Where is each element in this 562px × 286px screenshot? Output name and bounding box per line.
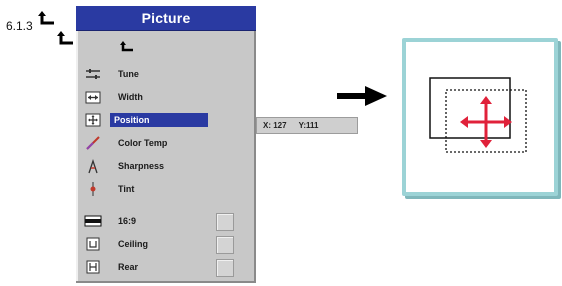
rear-icon [84,259,102,275]
osd-menu: Picture Tune Width Position Color Temp S… [76,6,256,283]
original-image-frame [429,77,511,139]
menu-item-label: 16:9 [118,216,137,226]
aspect-checkbox[interactable] [216,213,234,231]
ceiling-icon [84,236,102,252]
right-arrow-icon [337,86,387,106]
y-coordinate: Y:111 [298,121,319,130]
menu-item-label: Tune [118,69,139,79]
menu-item-tune[interactable]: Tune [84,64,242,84]
x-coordinate: X: 127 [263,121,287,130]
menu-title: Picture [141,10,191,26]
menu-item-sharpness[interactable]: Sharpness [84,156,242,176]
ceiling-checkbox[interactable] [216,236,234,254]
move-arrows-icon [460,96,512,148]
menu-item-label: Tint [118,184,135,194]
menu-item-color-temp[interactable]: Color Temp [84,133,242,153]
menu-back-icon[interactable] [120,41,134,53]
menu-item-rear[interactable]: Rear [84,257,242,277]
tune-icon [84,66,102,82]
menu-item-label: Ceiling [118,239,149,249]
return-arrow-icon [57,31,73,45]
menu-item-label: Position [110,113,208,127]
position-readout: X: 127 Y:111 [256,117,358,134]
menu-item-label: Sharpness [118,161,165,171]
aspect-16-9-icon [84,213,102,229]
width-icon [84,89,102,105]
sharpness-icon [84,158,102,174]
menu-item-position[interactable]: Position [84,110,242,130]
menu-item-label: Color Temp [118,138,168,148]
rear-checkbox[interactable] [216,259,234,277]
screen-illustration [402,38,558,196]
menu-item-label: Width [118,92,143,102]
menu-item-16-9[interactable]: 16:9 [84,211,242,231]
menu-item-width[interactable]: Width [84,87,242,107]
position-icon [84,112,102,128]
color-temp-icon [84,135,102,151]
menu-item-ceiling[interactable]: Ceiling [84,234,242,254]
section-number: 6.1.3 [6,19,33,33]
return-arrow-icon [38,11,54,25]
menu-item-tint[interactable]: Tint [84,179,242,199]
position-diagram [429,77,527,153]
menu-header: Picture [76,6,256,31]
menu-item-label: Rear [118,262,139,272]
tint-icon [84,181,102,197]
